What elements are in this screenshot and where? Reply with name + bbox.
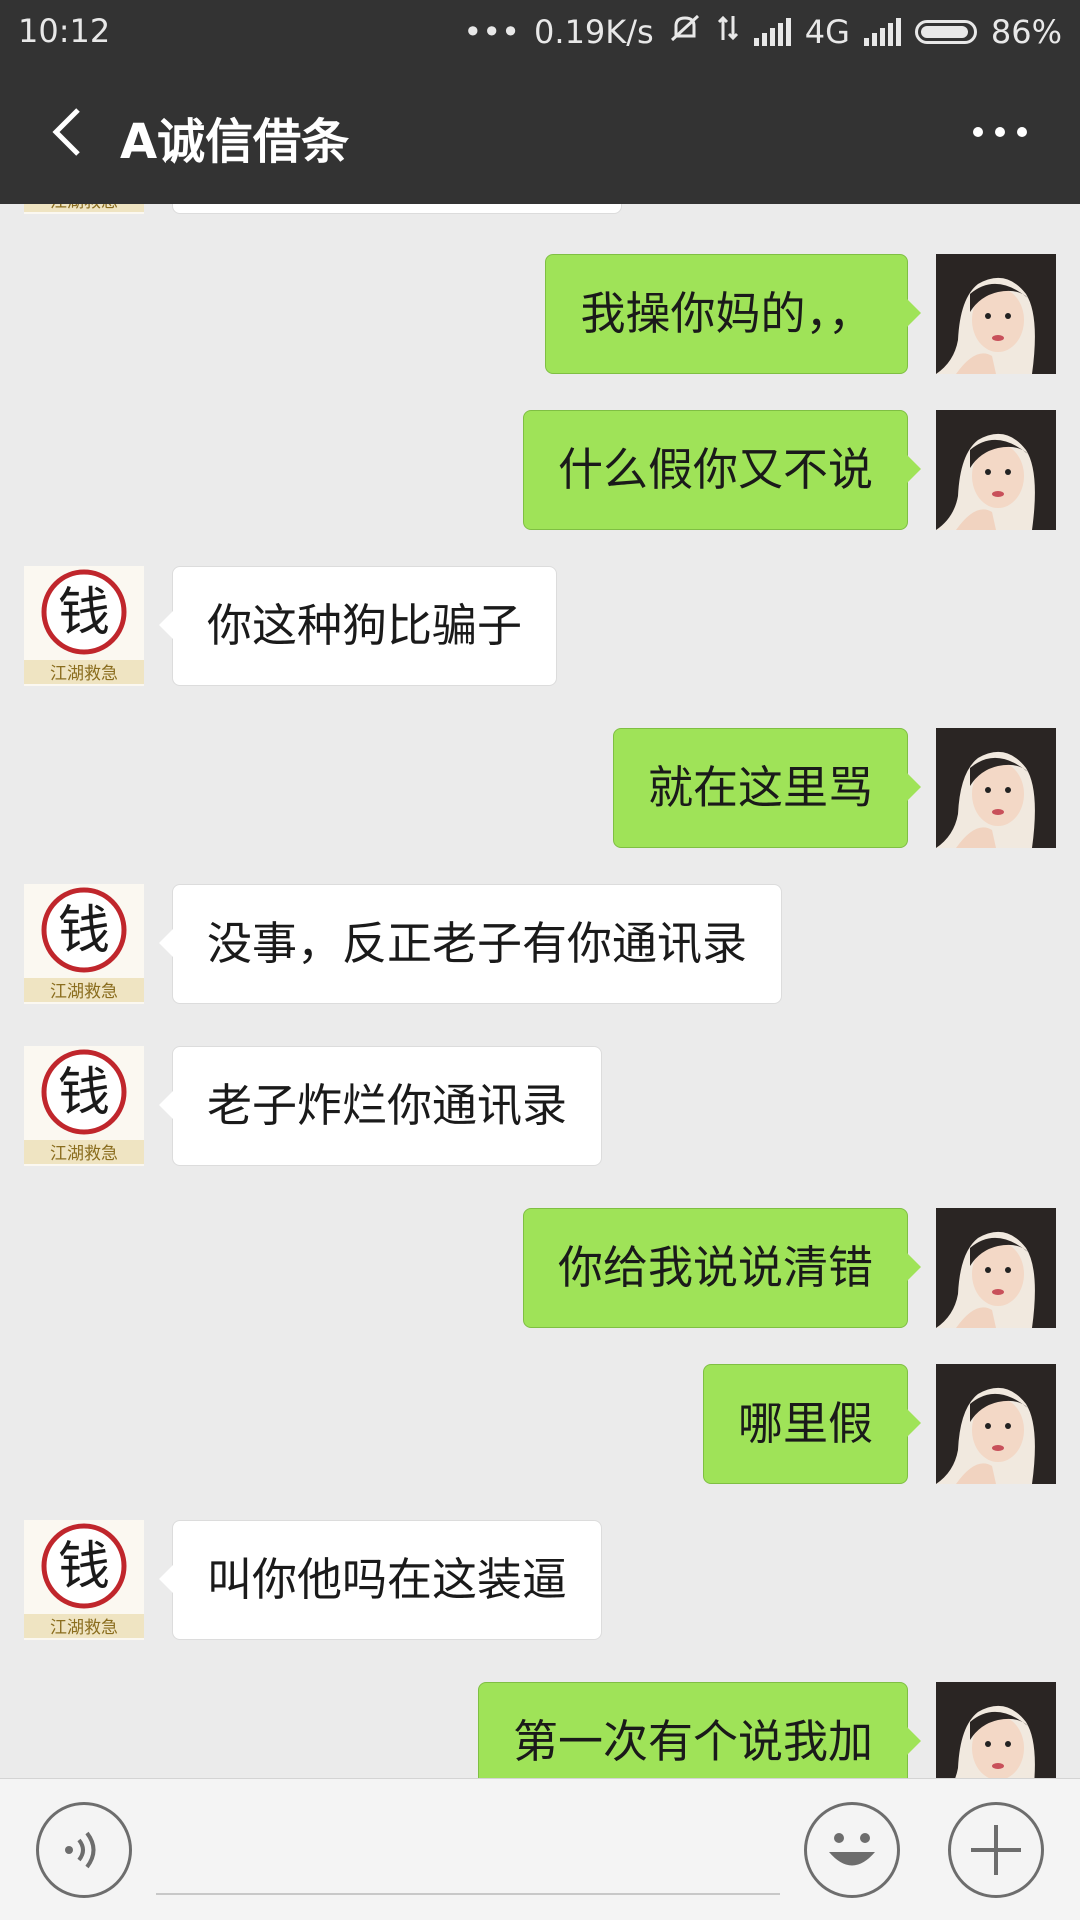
- svg-text:钱: 钱: [58, 1537, 110, 1597]
- message-text: 老子炸烂你通讯录: [207, 1079, 568, 1132]
- svg-text:江湖救急: 江湖救急: [50, 204, 118, 212]
- my-message-bubble[interactable]: 我操你妈的，，: [545, 254, 921, 374]
- message-text: 你给我说说清错: [557, 1241, 873, 1294]
- message-row: 我操你妈的，，: [0, 254, 1080, 374]
- status-icons: ••• 0.19K/s 4G 86%: [463, 12, 1062, 52]
- contact-avatar[interactable]: 钱江湖救急: [24, 1046, 144, 1166]
- message-row: 钱江湖救急 没事，反正老子有你通讯录: [0, 884, 1080, 1004]
- emoji-icon: [829, 1833, 875, 1866]
- status-dots: •••: [463, 13, 521, 51]
- svg-text:江湖救急: 江湖救急: [50, 982, 118, 1002]
- chevron-left-icon: [52, 108, 80, 156]
- contact-message-bubble[interactable]: 老子炸烂你通讯录: [158, 1046, 603, 1166]
- message-text: 就在这里骂: [647, 761, 873, 814]
- message-row: 钱江湖救急 你这种狗比骗子: [0, 566, 1080, 686]
- contact-avatar[interactable]: 钱江湖救急: [24, 884, 144, 1004]
- contact-message-bubble[interactable]: 没事，反正老子有你通讯录: [158, 884, 783, 1004]
- voice-button[interactable]: [36, 1802, 132, 1898]
- signal-icon: [753, 18, 791, 46]
- my-message-bubble[interactable]: 第一次有个说我加: [477, 1682, 922, 1778]
- battery-icon: [914, 20, 977, 44]
- my-avatar[interactable]: [936, 1208, 1056, 1328]
- svg-text:钱: 钱: [58, 901, 110, 961]
- message-text: 第一次有个说我加: [512, 1715, 873, 1768]
- message-text: 哪里假: [737, 1397, 873, 1450]
- my-message-bubble[interactable]: 就在这里骂: [612, 728, 922, 848]
- message-row: 你给我说说清错: [0, 1208, 1080, 1328]
- my-avatar[interactable]: [936, 410, 1056, 530]
- message-bubble-cut[interactable]: [172, 204, 622, 214]
- svg-text:江湖救急: 江湖救急: [50, 1618, 118, 1638]
- my-message-bubble[interactable]: 什么假你又不说: [522, 410, 922, 530]
- message-list[interactable]: 钱江湖救急 我操你妈的，，什么假你又不说钱江湖救急你这种狗比骗子就在这里骂钱江湖…: [0, 204, 1080, 1778]
- contact-avatar[interactable]: 钱江湖救急: [24, 566, 144, 686]
- signal-icon-2: [863, 18, 901, 46]
- message-row: 第一次有个说我加: [0, 1682, 1080, 1778]
- my-avatar[interactable]: [936, 1364, 1056, 1484]
- plus-icon: [971, 1825, 1021, 1875]
- message-text: 没事，反正老子有你通讯录: [207, 917, 748, 970]
- chat-header: A诚信借条: [0, 60, 1080, 204]
- contact-message-bubble[interactable]: 叫你他吗在这装逼: [158, 1520, 603, 1640]
- svg-text:钱: 钱: [58, 583, 110, 643]
- voice-icon: [65, 1831, 96, 1869]
- battery-percent: 86%: [990, 13, 1062, 51]
- network-speed: 0.19K/s: [534, 13, 654, 51]
- svg-text:江湖救急: 江湖救急: [50, 664, 118, 684]
- network-type: 4G: [804, 13, 850, 51]
- back-button[interactable]: [40, 100, 104, 164]
- svg-text:江湖救急: 江湖救急: [50, 1144, 118, 1164]
- status-time: 10:12: [18, 12, 111, 50]
- contact-avatar[interactable]: 钱江湖救急: [24, 204, 144, 214]
- message-text: 什么假你又不说: [557, 443, 873, 496]
- more-dots-icon: [973, 127, 983, 137]
- mute-icon: [668, 12, 702, 52]
- message-text: 我操你妈的，，: [580, 287, 873, 340]
- message-row: 就在这里骂: [0, 728, 1080, 848]
- input-bar: [0, 1778, 1080, 1920]
- message-row: 钱江湖救急 老子炸烂你通讯录: [0, 1046, 1080, 1166]
- my-avatar[interactable]: [936, 728, 1056, 848]
- more-button[interactable]: [960, 100, 1040, 164]
- plus-button[interactable]: [948, 1802, 1044, 1898]
- my-avatar[interactable]: [936, 254, 1056, 374]
- message-text: 你这种狗比骗子: [207, 599, 523, 652]
- message-row-cut: 钱江湖救急: [0, 204, 1080, 214]
- message-row: 什么假你又不说: [0, 410, 1080, 530]
- message-text: 叫你他吗在这装逼: [207, 1553, 568, 1606]
- contact-avatar[interactable]: 钱江湖救急: [24, 1520, 144, 1640]
- contact-message-bubble[interactable]: 你这种狗比骗子: [158, 566, 558, 686]
- message-row: 钱江湖救急 叫你他吗在这装逼: [0, 1520, 1080, 1640]
- my-message-bubble[interactable]: 哪里假: [702, 1364, 922, 1484]
- my-avatar[interactable]: [936, 1682, 1056, 1778]
- status-bar: 10:12 ••• 0.19K/s 4G 86%: [0, 0, 1080, 60]
- data-arrows-icon: [716, 12, 740, 52]
- message-row: 哪里假: [0, 1364, 1080, 1484]
- message-input[interactable]: [156, 1893, 780, 1895]
- my-message-bubble[interactable]: 你给我说说清错: [522, 1208, 922, 1328]
- svg-text:钱: 钱: [58, 1063, 110, 1123]
- chat-title: A诚信借条: [120, 114, 350, 170]
- emoji-button[interactable]: [804, 1802, 900, 1898]
